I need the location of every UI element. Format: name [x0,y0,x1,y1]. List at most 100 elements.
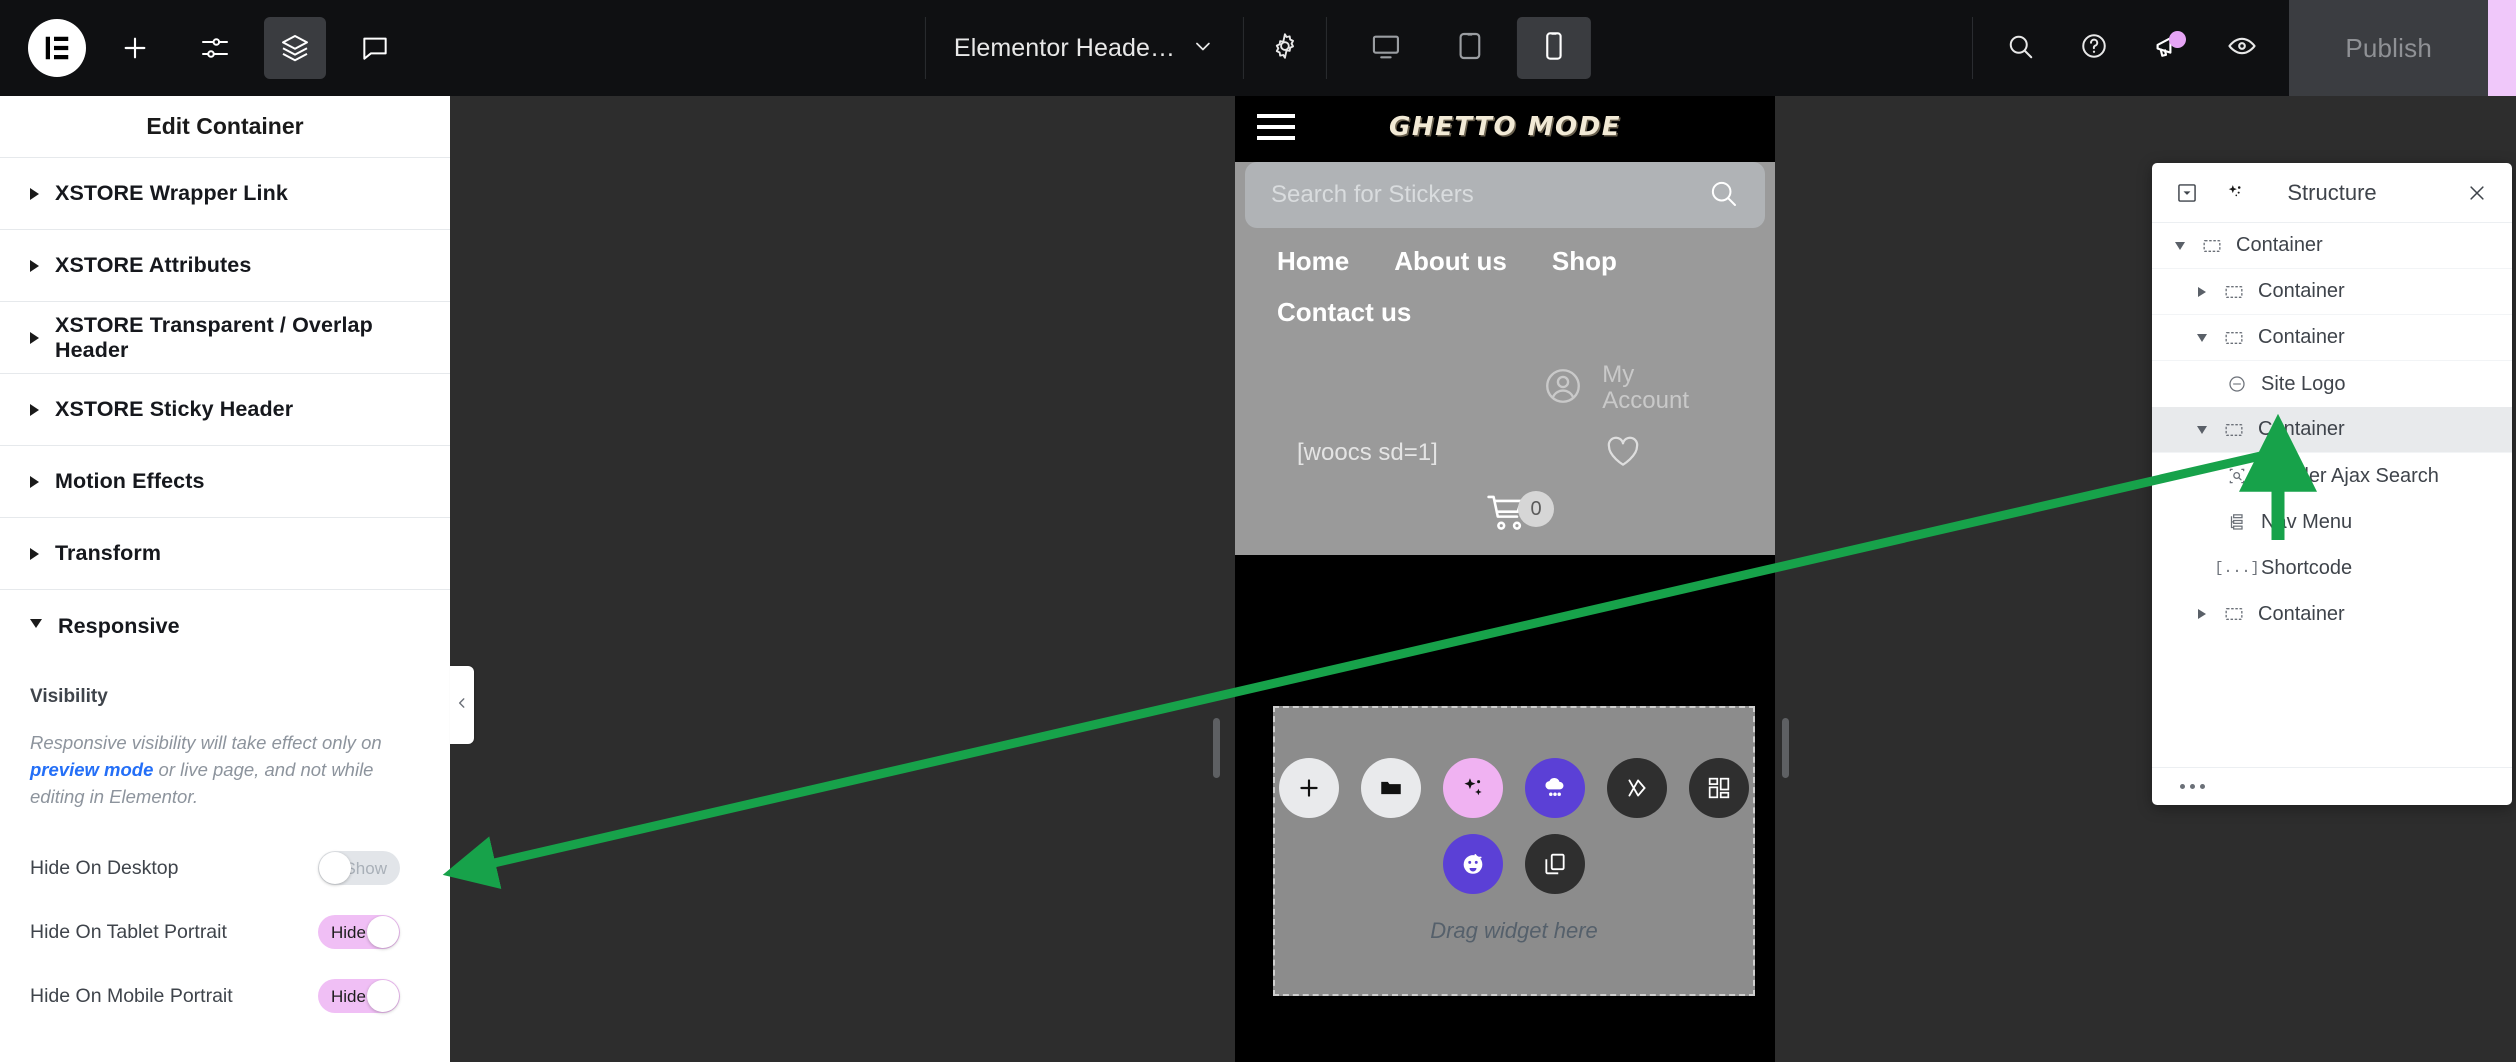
add-widget-buttons [1279,758,1749,894]
widget-dropzone[interactable]: Drag widget here [1273,706,1755,996]
nav-link-shop[interactable]: Shop [1552,246,1617,277]
section-motion-effects[interactable]: Motion Effects [0,446,450,518]
site-settings-button[interactable] [184,17,246,79]
emoji-face-icon-button[interactable] [1443,834,1503,894]
canvas-resize-handle-left[interactable] [1213,718,1220,778]
chevron-right-icon[interactable] [2194,286,2210,297]
section-label: Motion Effects [55,469,205,493]
panel-header: Edit Container [0,96,450,158]
mobile-preview-stage: GHETTO MODE Search for Stickers Home Abo… [1235,96,1775,1062]
tree-row-header-ajax-search[interactable]: Header Ajax Search [2152,453,2512,499]
search-input[interactable]: Search for Stickers [1271,181,1474,209]
section-xstore-attributes[interactable]: XSTORE Attributes [0,230,450,302]
section-xstore-wrapper-link[interactable]: XSTORE Wrapper Link [0,158,450,230]
sparkle-ai-icon[interactable] [2218,176,2252,210]
sparkle-ai-icon-button[interactable] [1443,758,1503,818]
tree-row-label: Container [2258,326,2345,348]
cloud-dots-icon-button[interactable] [1525,758,1585,818]
tree-row-label: Nav Menu [2261,510,2353,533]
chevron-right-icon[interactable] [2194,609,2210,619]
tree-row-nav-menu[interactable]: Nav Menu [2152,499,2512,545]
page-settings-button[interactable] [1244,17,1328,79]
comments-button[interactable] [344,17,406,79]
chevron-down-icon[interactable] [2194,333,2210,342]
device-desktop-button[interactable] [1349,17,1423,79]
tree-row-container-child-2[interactable]: Container [2152,315,2512,361]
toggle-state-label: Hide [331,922,366,942]
nav-link-about-us[interactable]: About us [1394,246,1507,277]
tree-row-label: Shortcode [2261,556,2353,579]
section-transform[interactable]: Transform [0,518,450,590]
nav-menu-row-1: Home About us Shop [1277,246,1775,277]
my-account-label: My Account [1602,361,1689,415]
tree-row-container-child-3[interactable]: Container [2152,591,2512,637]
tree-row-shortcode[interactable]: [...] Shortcode [2152,545,2512,591]
whats-new-button[interactable] [2131,17,2205,79]
top-bar-right-icons [1972,17,2289,79]
tree-row-container-child-1[interactable]: Container [2152,269,2512,315]
section-label: XSTORE Sticky Header [55,397,294,421]
hide-on-mobile-portrait-label: Hide On Mobile Portrait [30,984,233,1007]
nav-menu: Home About us Shop Contact us [1235,228,1775,328]
hide-on-desktop-toggle[interactable]: Show [318,851,400,886]
nav-menu-row-2: Contact us [1277,297,1775,328]
folder-icon-button[interactable] [1361,758,1421,818]
hide-on-desktop-row: Hide On Desktop Show [30,836,420,900]
hamburger-menu-icon[interactable] [1257,114,1295,140]
x-logo-icon-button[interactable] [1607,758,1667,818]
hide-on-mobile-portrait-toggle[interactable]: Hide [318,979,400,1014]
tree-row-label: Container [2258,602,2345,625]
section-label: XSTORE Transparent / Overlap Header [55,312,373,362]
my-account-link[interactable]: My Account [1235,348,1775,415]
section-xstore-sticky-header[interactable]: XSTORE Sticky Header [0,374,450,446]
canvas-resize-handle-right[interactable] [1782,718,1789,778]
finder-search-button[interactable] [1983,17,2057,79]
close-icon[interactable] [2460,176,2494,210]
hide-on-desktop-label: Hide On Desktop [30,856,179,879]
chevron-left-icon [455,696,469,715]
nav-link-contact-us[interactable]: Contact us [1277,297,1411,328]
chevron-right-icon [30,475,39,488]
tree-row-container-selected[interactable]: Container [2152,407,2512,453]
structure-panel-footer [2152,767,2512,805]
mini-cart[interactable]: 0 [1249,476,1789,541]
device-tablet-button[interactable] [1433,17,1507,79]
help-button[interactable] [2057,17,2131,79]
elementor-editor: Elementor Heade… Publish Edit Container … [0,0,2516,1062]
search-icon[interactable] [1707,177,1739,214]
user-circle-icon [1542,365,1584,412]
section-xstore-transparent-overlap-header[interactable]: XSTORE Transparent / Overlap Header [0,302,450,374]
tree-row-container-root[interactable]: Container [2152,223,2512,269]
add-element-button[interactable] [1279,758,1339,818]
cart-count-badge: 0 [1518,491,1554,528]
panel-collapse-handle[interactable] [450,666,474,744]
device-mobile-button[interactable] [1517,17,1592,79]
chevron-down-icon[interactable] [2172,241,2188,250]
preview-changes-button[interactable] [2205,17,2279,79]
chevron-down-icon [1191,34,1215,63]
resize-dots-icon[interactable] [2180,784,2205,789]
grid-layout-icon-button[interactable] [1689,758,1749,818]
add-element-button[interactable] [104,17,166,79]
structure-panel-title: Structure [2287,179,2377,205]
tree-row-site-logo[interactable]: Site Logo [2152,361,2512,407]
document-title-dropdown[interactable]: Elementor Heade… [924,17,1245,79]
section-responsive[interactable]: Responsive [0,590,450,662]
header-ajax-search[interactable]: Search for Stickers [1245,162,1765,228]
elementor-logo-icon[interactable] [28,19,86,77]
tree-row-label: Container [2258,418,2345,440]
document-title: Elementor Heade… [953,33,1176,62]
hide-on-tablet-portrait-toggle[interactable]: Hide [318,915,400,950]
top-bar: Elementor Heade… Publish [0,0,2516,96]
chevron-down-icon[interactable] [2194,425,2210,434]
nav-link-home[interactable]: Home [1277,246,1349,277]
navigator-button[interactable] [264,17,326,79]
publish-button[interactable]: Publish [2289,0,2488,96]
copy-pages-icon-button[interactable] [1525,834,1585,894]
collapse-all-icon[interactable] [2170,176,2204,210]
my-account-line1: My [1602,361,1635,388]
preview-mode-link[interactable]: preview mode [30,759,153,780]
toggle-knob [319,852,351,885]
tree-row-label: Site Logo [2261,372,2346,395]
heart-icon[interactable] [1603,431,1643,476]
